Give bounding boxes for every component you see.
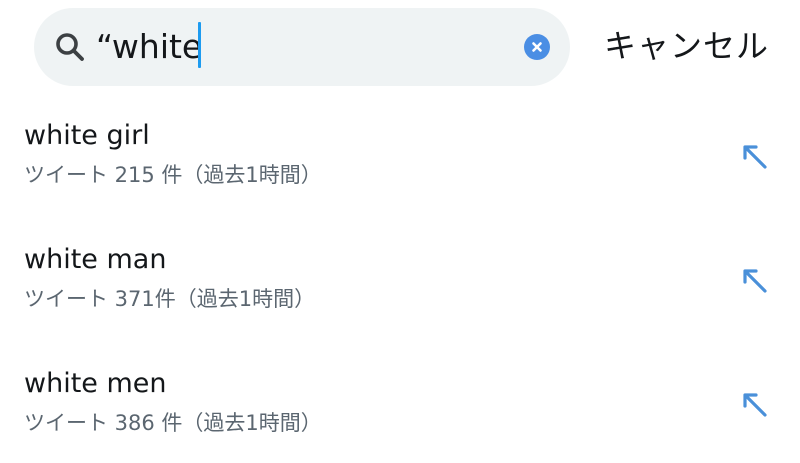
cancel-button[interactable]: キャンセル bbox=[604, 20, 769, 72]
fill-arrow-icon[interactable] bbox=[738, 140, 772, 174]
search-suggestion[interactable]: white man ツイート 371件（過去1時間） bbox=[0, 242, 800, 342]
suggestion-tweet-count: ツイート 215 件（過去1時間） bbox=[24, 163, 322, 187]
search-suggestion[interactable]: white men ツイート 386 件（過去1時間） bbox=[0, 366, 800, 463]
fill-arrow-icon[interactable] bbox=[738, 388, 772, 422]
suggestion-title: white man bbox=[24, 244, 167, 275]
suggestion-tweet-count: ツイート 371件（過去1時間） bbox=[24, 287, 316, 311]
clear-icon bbox=[532, 42, 542, 52]
text-caret bbox=[198, 22, 201, 68]
clear-button[interactable] bbox=[524, 34, 550, 60]
suggestion-title: white men bbox=[24, 368, 167, 399]
suggestion-tweet-count: ツイート 386 件（過去1時間） bbox=[24, 411, 322, 435]
search-suggestion[interactable]: white girl ツイート 215 件（過去1時間） bbox=[0, 118, 800, 218]
search-input[interactable]: “white bbox=[96, 22, 202, 72]
suggestion-title: white girl bbox=[24, 120, 150, 151]
search-icon bbox=[56, 33, 84, 61]
fill-arrow-icon[interactable] bbox=[738, 264, 772, 298]
search-screen: “white キャンセル white girl ツイート 215 件（過去1時間… bbox=[0, 0, 800, 463]
